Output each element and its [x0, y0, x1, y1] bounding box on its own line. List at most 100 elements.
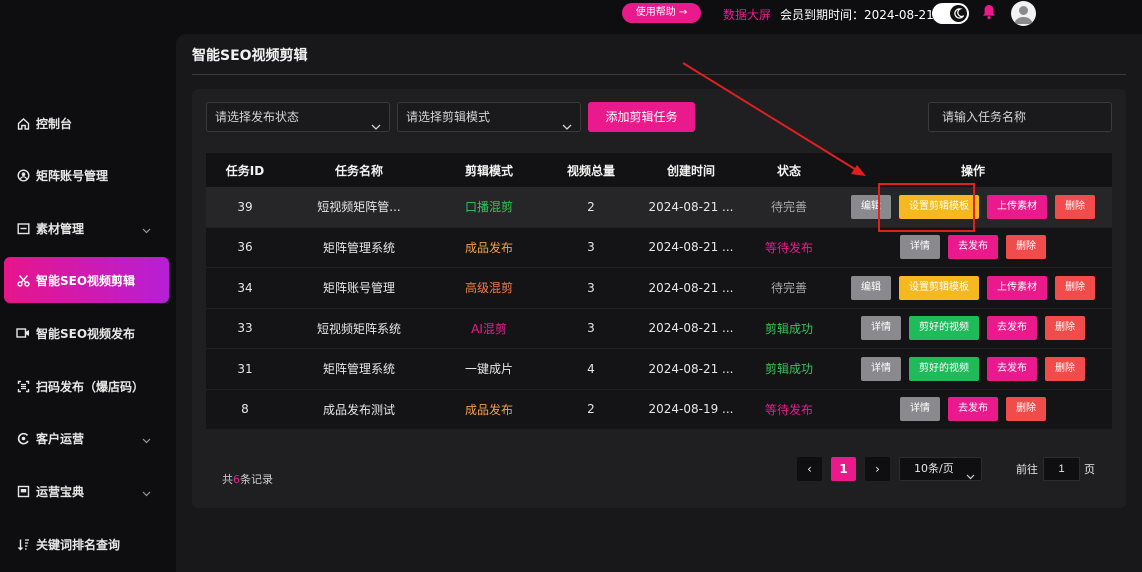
sidebar-item-materials[interactable]: 素材管理	[4, 205, 169, 251]
go-publish-button[interactable]: 去发布	[948, 235, 998, 260]
sidebar-item-matrix-accounts[interactable]: 矩阵账号管理	[4, 152, 169, 198]
detail-button[interactable]: 详情	[861, 356, 901, 381]
video-icon	[16, 326, 30, 340]
detail-button[interactable]: 详情	[861, 316, 901, 341]
cell-video-total: 2	[587, 402, 595, 417]
cell-task-id: 31	[237, 361, 253, 376]
cell-status: 待完善	[770, 281, 807, 296]
cell-actions: 详情 剪好的视频 去发布 删除	[834, 349, 1112, 389]
sidebar-item-ops-handbook[interactable]: 运营宝典	[4, 468, 169, 514]
cell-video-total: 2	[587, 199, 595, 214]
table-body: 39 短视频矩阵管... 口播混剪 2 2024-08-21 ... 待完善 编辑 设置剪辑模…	[206, 187, 1112, 430]
help-button[interactable]: 使用帮助 →	[622, 3, 701, 23]
sidebar-item-dashboard[interactable]: 控制台	[4, 100, 169, 146]
cell-edit-mode: 高级混剪	[464, 281, 513, 296]
upload-material-button[interactable]: 上传素材	[987, 275, 1047, 300]
upload-material-button[interactable]: 上传素材	[987, 194, 1047, 219]
detail-button[interactable]: 详情	[900, 397, 940, 422]
edit-button[interactable]: 编辑	[851, 275, 891, 300]
cell-created-time: 2024-08-21 ...	[648, 361, 734, 376]
sidebar-item-customer-ops[interactable]: 客户运营	[4, 415, 169, 461]
bell-icon[interactable]	[982, 4, 996, 24]
table-header: 任务ID 任务名称 剪辑模式 视频总量 创建时间 状态 操作	[206, 153, 1112, 187]
table-row: 33 短视频矩阵系统 AI混剪 3 2024-08-21 ... 剪辑成功 详情 剪好的视频去…	[206, 308, 1112, 349]
title-divider	[192, 74, 1126, 75]
book-icon	[16, 484, 30, 498]
task-name-search-input[interactable]	[928, 102, 1112, 132]
detail-button[interactable]: 详情	[900, 235, 940, 260]
page-size-select[interactable]: 10条/页	[899, 457, 982, 481]
sidebar-item-scan-publish[interactable]: 扫码发布（爆店码）	[4, 363, 169, 409]
cell-status: 等待发布	[764, 402, 813, 417]
next-page-button[interactable]: ›	[865, 457, 890, 481]
edit-mode-select[interactable]: 请选择剪辑模式	[397, 102, 581, 132]
goto-page-input[interactable]	[1043, 457, 1080, 481]
cell-video-total: 4	[587, 361, 595, 376]
edited-videos-button[interactable]: 剪好的视频	[909, 316, 979, 341]
goto-label: 前往	[1016, 463, 1038, 476]
page-1-button[interactable]: 1	[831, 457, 856, 481]
theme-toggle[interactable]	[932, 3, 969, 24]
cell-created-time: 2024-08-19 ...	[648, 402, 734, 417]
avatar[interactable]	[1011, 1, 1036, 26]
sidebar-item-keyword-ranking[interactable]: 关键词排名查询	[4, 521, 169, 567]
cell-task-id: 8	[241, 402, 249, 417]
account-icon	[16, 168, 30, 182]
cell-edit-mode: 成品发布	[464, 240, 513, 255]
cell-edit-mode: 成品发布	[464, 402, 513, 417]
chevron-down-icon	[371, 113, 381, 141]
edited-videos-button[interactable]: 剪好的视频	[909, 356, 979, 381]
delete-button[interactable]: 删除	[1006, 397, 1046, 422]
folder-icon	[16, 221, 30, 235]
header-edit-mode: 剪辑模式	[464, 163, 513, 178]
cell-task-name: 矩阵管理系统	[322, 362, 395, 377]
sidebar-item-seo-video-editing[interactable]: 智能SEO视频剪辑	[4, 257, 169, 303]
membership-expiry: 会员到期时间：2024-08-21	[780, 8, 934, 22]
delete-button[interactable]: 删除	[1055, 275, 1095, 300]
cell-video-total: 3	[587, 280, 595, 295]
go-publish-button[interactable]: 去发布	[948, 397, 998, 422]
header-video-total: 视频总量	[566, 163, 615, 178]
data-big-screen-link[interactable]: 数据大屏	[723, 6, 771, 23]
header-task-id: 任务ID	[225, 163, 265, 178]
record-count: 共6条记录	[222, 473, 273, 486]
cell-task-id: 39	[237, 199, 253, 214]
cell-created-time: 2024-08-21 ...	[648, 321, 734, 336]
sort-icon	[16, 537, 30, 551]
cell-actions: 详情 去发布 删除	[834, 228, 1112, 268]
table-row: 31 矩阵管理系统 一键成片 4 2024-08-21 ... 剪辑成功 详情 剪好的视频 去发…	[206, 349, 1112, 390]
cell-edit-mode: 口播混剪	[464, 200, 513, 215]
cell-actions: 详情 去发布 删除	[834, 390, 1112, 430]
cell-task-id: 33	[237, 321, 253, 336]
cell-edit-mode: AI混剪	[471, 321, 507, 336]
set-edit-template-button[interactable]: 设置剪辑模板	[899, 275, 979, 300]
cell-task-name: 矩阵账号管理	[322, 281, 395, 296]
go-publish-button[interactable]: 去发布	[987, 316, 1037, 341]
cell-actions: 编辑 设置剪辑模板 上传素材 删除	[834, 268, 1112, 308]
cell-task-id: 34	[237, 280, 253, 295]
prev-page-button[interactable]: ‹	[797, 457, 822, 481]
cell-task-name: 短视频矩阵管...	[317, 200, 401, 215]
header-created-time: 创建时间	[666, 163, 715, 178]
home-icon	[16, 116, 30, 130]
go-publish-button[interactable]: 去发布	[987, 356, 1037, 381]
cell-video-total: 3	[587, 240, 595, 255]
cell-status: 待完善	[770, 200, 807, 215]
chevron-down-icon	[142, 433, 151, 447]
cell-actions: 详情 剪好的视频 去发布 删除	[834, 309, 1112, 349]
task-table: 任务ID 任务名称 剪辑模式 视频总量 创建时间 状态 操作 39 短视频矩阵管.…	[206, 153, 1112, 430]
publish-status-select[interactable]: 请选择发布状态	[206, 102, 390, 132]
delete-button[interactable]: 删除	[1045, 356, 1085, 381]
delete-button[interactable]: 删除	[1045, 316, 1085, 341]
moon-icon	[950, 5, 967, 22]
header-task-name: 任务名称	[334, 163, 383, 178]
add-edit-task-button[interactable]: 添加剪辑任务	[588, 102, 695, 132]
cell-created-time: 2024-08-21 ...	[648, 280, 734, 295]
table-row: 36 矩阵管理系统 成品发布 3 2024-08-21 ... 等待发布 详情 去发布 删除	[206, 227, 1112, 268]
chevron-down-icon	[966, 466, 975, 488]
sidebar-item-seo-video-publish[interactable]: 智能SEO视频发布	[4, 310, 169, 356]
delete-button[interactable]: 删除	[1006, 235, 1046, 260]
scan-icon	[16, 379, 30, 393]
delete-button[interactable]: 删除	[1055, 194, 1095, 219]
cell-edit-mode: 一键成片	[464, 362, 513, 377]
